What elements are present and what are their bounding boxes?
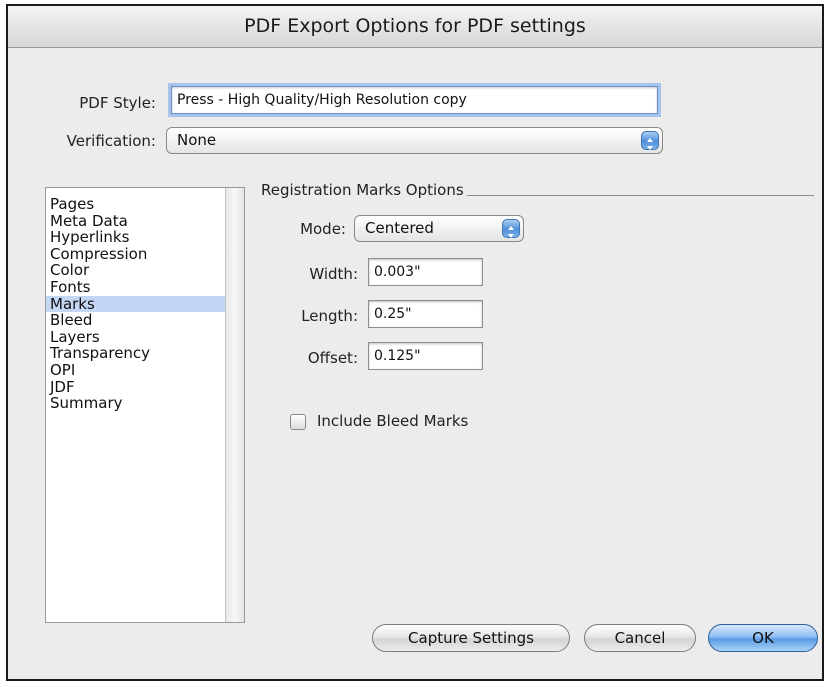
offset-field[interactable]: 0.125" bbox=[368, 342, 483, 370]
updown-chevron-icon bbox=[641, 131, 659, 150]
category-item-opi[interactable]: OPI bbox=[46, 362, 225, 379]
mode-popup[interactable]: Centered bbox=[354, 215, 524, 242]
length-label: Length: bbox=[301, 307, 358, 325]
pdf-style-field[interactable]: Press - High Quality/High Resolution cop… bbox=[171, 86, 658, 114]
category-item-fonts[interactable]: Fonts bbox=[46, 279, 225, 296]
dialog-title: PDF Export Options for PDF settings bbox=[8, 6, 822, 48]
width-label: Width: bbox=[309, 265, 358, 283]
category-item-layers[interactable]: Layers bbox=[46, 329, 225, 346]
capture-settings-button[interactable]: Capture Settings bbox=[372, 624, 570, 652]
ok-button[interactable]: OK bbox=[708, 624, 818, 652]
include-bleed-marks-checkbox[interactable] bbox=[290, 414, 306, 430]
mode-label: Mode: bbox=[300, 220, 346, 238]
category-item-bleed[interactable]: Bleed bbox=[46, 312, 225, 329]
category-item-jdf[interactable]: JDF bbox=[46, 378, 225, 396]
category-item-pages[interactable]: Pages bbox=[46, 196, 225, 213]
pdf-export-options-dialog: PDF Export Options for PDF settings PDF … bbox=[6, 4, 824, 681]
list-scrollbar[interactable] bbox=[225, 188, 244, 622]
category-item-meta-data[interactable]: Meta Data bbox=[46, 212, 225, 230]
pdf-style-label: PDF Style: bbox=[79, 94, 156, 112]
offset-label: Offset: bbox=[307, 349, 358, 367]
mode-value: Centered bbox=[365, 219, 434, 237]
category-item-transparency[interactable]: Transparency bbox=[46, 345, 225, 362]
category-item-hyperlinks[interactable]: Hyperlinks bbox=[46, 229, 225, 246]
width-field[interactable]: 0.003" bbox=[368, 258, 483, 286]
verification-label: Verification: bbox=[66, 132, 156, 150]
settings-category-list[interactable]: Pages Meta Data Hyperlinks Compression Color… bbox=[45, 187, 245, 623]
category-item-marks[interactable]: Marks bbox=[46, 295, 225, 313]
length-field[interactable]: 0.25" bbox=[368, 300, 483, 328]
include-bleed-marks-label: Include Bleed Marks bbox=[317, 412, 469, 430]
verification-value: None bbox=[177, 131, 217, 149]
registration-marks-group-title: Registration Marks Options bbox=[261, 181, 467, 199]
category-item-compression[interactable]: Compression bbox=[46, 246, 225, 263]
cancel-button[interactable]: Cancel bbox=[584, 624, 696, 652]
updown-chevron-icon bbox=[502, 219, 520, 238]
category-item-summary[interactable]: Summary bbox=[46, 395, 225, 412]
verification-popup[interactable]: None bbox=[166, 127, 663, 154]
category-items: Pages Meta Data Hyperlinks Compression Color… bbox=[46, 196, 225, 412]
category-item-color[interactable]: Color bbox=[46, 262, 225, 279]
